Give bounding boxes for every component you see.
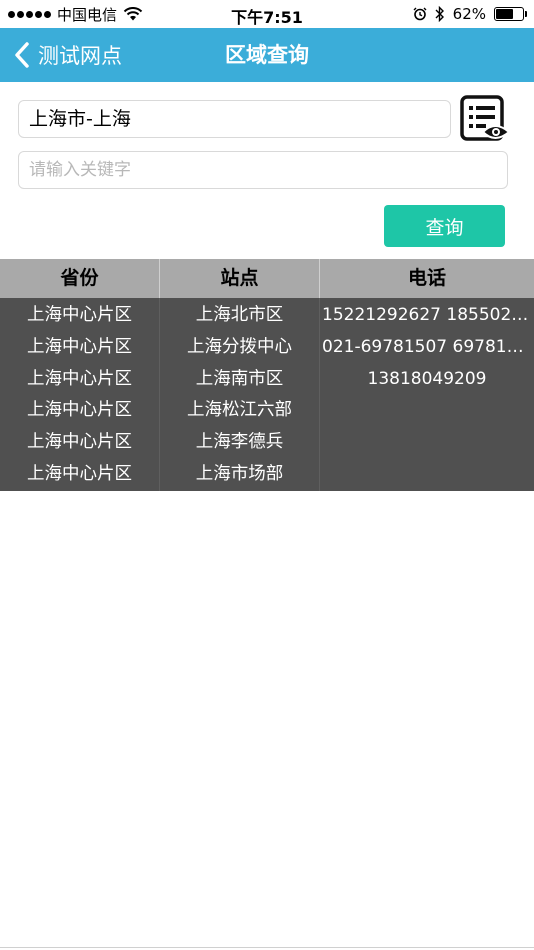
table-cell-station[interactable]: 上海松江六部 — [160, 395, 319, 427]
header-station: 站点 — [160, 259, 320, 298]
table-cell-province[interactable]: 上海中心片区 — [0, 395, 159, 427]
list-view-icon — [460, 95, 511, 141]
battery-icon — [494, 7, 527, 21]
bluetooth-icon — [435, 6, 444, 22]
header-province: 省份 — [0, 259, 160, 298]
bottom-divider — [0, 947, 534, 948]
region-select-field[interactable]: 上海市-上海 — [18, 100, 451, 138]
alarm-icon — [413, 7, 427, 21]
table-cell-station[interactable]: 上海市场部 — [160, 459, 319, 491]
table-cell-phone[interactable] — [320, 427, 534, 459]
province-column: 上海中心片区 上海中心片区 上海中心片区 上海中心片区 上海中心片区 上海中心片… — [0, 298, 160, 491]
carrier-name: 中国电信 — [57, 5, 118, 24]
status-bar: 中国电信 下午7:51 62% — [0, 0, 534, 28]
chevron-left-icon — [15, 42, 29, 68]
back-button-label: 测试网点 — [38, 44, 122, 68]
results-table: 省份 站点 电话 上海中心片区 上海中心片区 上海中心片区 上海中心片区 上海中… — [0, 259, 534, 491]
table-cell-station[interactable]: 上海李德兵 — [160, 427, 319, 459]
table-cell-province[interactable]: 上海中心片区 — [0, 427, 159, 459]
table-cell-station[interactable]: 上海分拨中心 — [160, 332, 319, 364]
table-cell-province[interactable]: 上海中心片区 — [0, 332, 159, 364]
query-button[interactable]: 查询 — [384, 205, 505, 247]
station-column: 上海北市区 上海分拨中心 上海南市区 上海松江六部 上海李德兵 上海市场部 — [160, 298, 320, 491]
status-right: 62% — [413, 4, 527, 24]
table-cell-phone[interactable] — [320, 459, 534, 491]
table-body[interactable]: 上海中心片区 上海中心片区 上海中心片区 上海中心片区 上海中心片区 上海中心片… — [0, 298, 534, 491]
battery-level — [496, 9, 514, 19]
signal-strength-icon — [8, 10, 51, 18]
back-button[interactable]: 测试网点 — [14, 28, 122, 82]
table-cell-station[interactable]: 上海南市区 — [160, 364, 319, 396]
header-phone: 电话 — [407, 267, 446, 289]
table-cell-phone[interactable] — [320, 395, 534, 427]
table-cell-phone[interactable]: 13818049209 — [320, 364, 534, 396]
status-left: 中国电信 — [8, 4, 143, 24]
keyword-input[interactable] — [18, 151, 508, 189]
table-cell-station[interactable]: 上海北市区 — [160, 300, 319, 332]
nav-bar: 测试网点 区域查询 — [0, 28, 534, 82]
table-header: 省份 站点 电话 — [0, 259, 534, 298]
table-cell-phone[interactable]: 021-69781507 69781508 — [320, 332, 534, 364]
table-cell-province[interactable]: 上海中心片区 — [0, 459, 159, 491]
phone-column: 15221292627 18550202222 021-69781507 697… — [320, 298, 534, 491]
battery-percent: 62% — [452, 5, 486, 23]
table-cell-province[interactable]: 上海中心片区 — [0, 364, 159, 396]
table-cell-phone[interactable]: 15221292627 18550202222 — [320, 300, 534, 332]
table-cell-province[interactable]: 上海中心片区 — [0, 300, 159, 332]
wifi-icon — [123, 7, 143, 21]
view-list-button[interactable] — [459, 94, 511, 144]
